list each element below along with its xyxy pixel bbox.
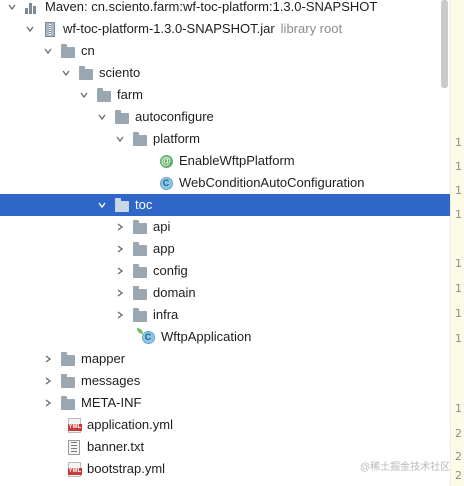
chevron-down-icon[interactable] (96, 111, 108, 123)
tree-row-meta-inf[interactable]: META-INF (0, 392, 450, 414)
folder-icon (60, 373, 76, 389)
gutter-line-number: 2 (455, 450, 462, 463)
tree-row-label: sciento (99, 65, 141, 80)
gutter-line-number: 2 (455, 427, 462, 440)
folder-icon (132, 131, 148, 147)
chevron-down-icon[interactable] (114, 133, 126, 145)
tree-row-label: mapper (81, 351, 126, 366)
tree-row-label: WebConditionAutoConfiguration (179, 175, 365, 190)
gutter-line-number: 1 (455, 282, 462, 295)
tree-row-api[interactable]: api (0, 216, 450, 238)
tree-row-label: wf-toc-platform-1.3.0-SNAPSHOT.jar (63, 21, 275, 36)
tree-row-label: infra (153, 307, 179, 322)
gutter-line-number: 1 (455, 307, 462, 320)
tree-row-infra[interactable]: infra (0, 304, 450, 326)
chevron-down-icon[interactable] (60, 67, 72, 79)
tree-row-autoconfigure[interactable]: autoconfigure (0, 106, 450, 128)
yml-file-icon: YML (66, 461, 83, 477)
tree-row-app[interactable]: app (0, 238, 450, 260)
tree-row-label: api (153, 219, 171, 234)
tree-row-enable-wftp-platform[interactable]: @ EnableWftpPlatform (0, 150, 450, 172)
gutter-line-number: 1 (455, 184, 462, 197)
gutter-line-number: 1 (455, 332, 462, 345)
chevron-down-icon[interactable] (78, 89, 90, 101)
gutter-line-number: 1 (455, 402, 462, 415)
tree-row-label: cn (81, 43, 95, 58)
chevron-right-icon[interactable] (114, 221, 126, 233)
folder-icon (132, 285, 148, 301)
folder-icon (60, 43, 76, 59)
tree-row-label: config (153, 263, 188, 278)
chevron-right-icon[interactable] (114, 243, 126, 255)
tree-row-label: platform (153, 131, 200, 146)
chevron-down-icon[interactable] (96, 199, 108, 211)
spring-class-icon: C (137, 328, 156, 345)
chevron-right-icon[interactable] (42, 375, 54, 387)
chevron-right-icon[interactable] (114, 287, 126, 299)
folder-icon (60, 395, 76, 411)
tree-row-config[interactable]: config (0, 260, 450, 282)
tree-row-label: bootstrap.yml (87, 461, 166, 476)
tree-row-farm[interactable]: farm (0, 84, 450, 106)
tree-row-label: META-INF (81, 395, 142, 410)
tree-row-label: messages (81, 373, 141, 388)
chevron-down-icon[interactable] (6, 1, 18, 13)
project-tree: Maven: cn.sciento.farm:wf-toc-platform:1… (0, 0, 450, 486)
gutter-line-number: 1 (455, 136, 462, 149)
tree-row-label: domain (153, 285, 196, 300)
folder-icon (96, 87, 112, 103)
tree-row-maven-library[interactable]: Maven: cn.sciento.farm:wf-toc-platform:1… (0, 0, 450, 18)
chevron-right-icon[interactable] (42, 397, 54, 409)
gutter-line-number: 1 (455, 257, 462, 270)
folder-icon (114, 197, 130, 213)
library-root-hint: library root (280, 21, 343, 36)
tree-row-label: banner.txt (87, 439, 145, 454)
folder-icon (132, 263, 148, 279)
tree-row-label: autoconfigure (135, 109, 214, 124)
text-file-icon (66, 439, 82, 455)
tree-row-toc[interactable]: toc (0, 194, 450, 216)
watermark: @稀土掘金技术社区 (360, 462, 451, 473)
vertical-scrollbar[interactable] (441, 0, 448, 88)
folder-icon (114, 109, 130, 125)
folder-icon (132, 241, 148, 257)
tree-row-wftp-application[interactable]: C WftpApplication (0, 326, 450, 348)
jar-icon (42, 21, 58, 37)
tree-row-banner-txt[interactable]: banner.txt (0, 436, 450, 458)
tree-row-application-yml[interactable]: YML application.yml (0, 414, 450, 436)
tree-row-label: Maven: cn.sciento.farm:wf-toc-platform:1… (45, 0, 378, 14)
tree-row-label: application.yml (87, 417, 173, 432)
gutter-line-number: 1 (455, 160, 462, 173)
chevron-down-icon[interactable] (24, 23, 36, 35)
tree-row-sciento[interactable]: sciento (0, 62, 450, 84)
tree-row-cn[interactable]: cn (0, 40, 450, 62)
tree-row-platform[interactable]: platform (0, 128, 450, 150)
tree-row-messages[interactable]: messages (0, 370, 450, 392)
tree-row-domain[interactable]: domain (0, 282, 450, 304)
tree-row-web-condition-auto-configuration[interactable]: C WebConditionAutoConfiguration (0, 172, 450, 194)
chevron-down-icon[interactable] (42, 45, 54, 57)
chevron-right-icon[interactable] (114, 265, 126, 277)
tree-row-label: app (153, 241, 175, 256)
tree-row-jar[interactable]: wf-toc-platform-1.3.0-SNAPSHOT.jar libra… (0, 18, 450, 40)
gutter-line-number: 2 (455, 469, 462, 482)
maven-library-icon (24, 0, 40, 15)
gutter-line-number: 1 (455, 208, 462, 221)
folder-icon (78, 65, 94, 81)
yml-file-icon: YML (66, 417, 83, 433)
chevron-right-icon[interactable] (42, 353, 54, 365)
tree-row-label: EnableWftpPlatform (179, 153, 295, 168)
tree-row-label: farm (117, 87, 143, 102)
folder-icon (60, 351, 76, 367)
chevron-right-icon[interactable] (114, 309, 126, 321)
tree-row-mapper[interactable]: mapper (0, 348, 450, 370)
folder-icon (132, 219, 148, 235)
folder-icon (132, 307, 148, 323)
tree-row-label: toc (135, 197, 153, 212)
class-icon: C (158, 175, 174, 191)
annotation-icon: @ (159, 154, 173, 168)
tree-row-label: WftpApplication (161, 329, 252, 344)
